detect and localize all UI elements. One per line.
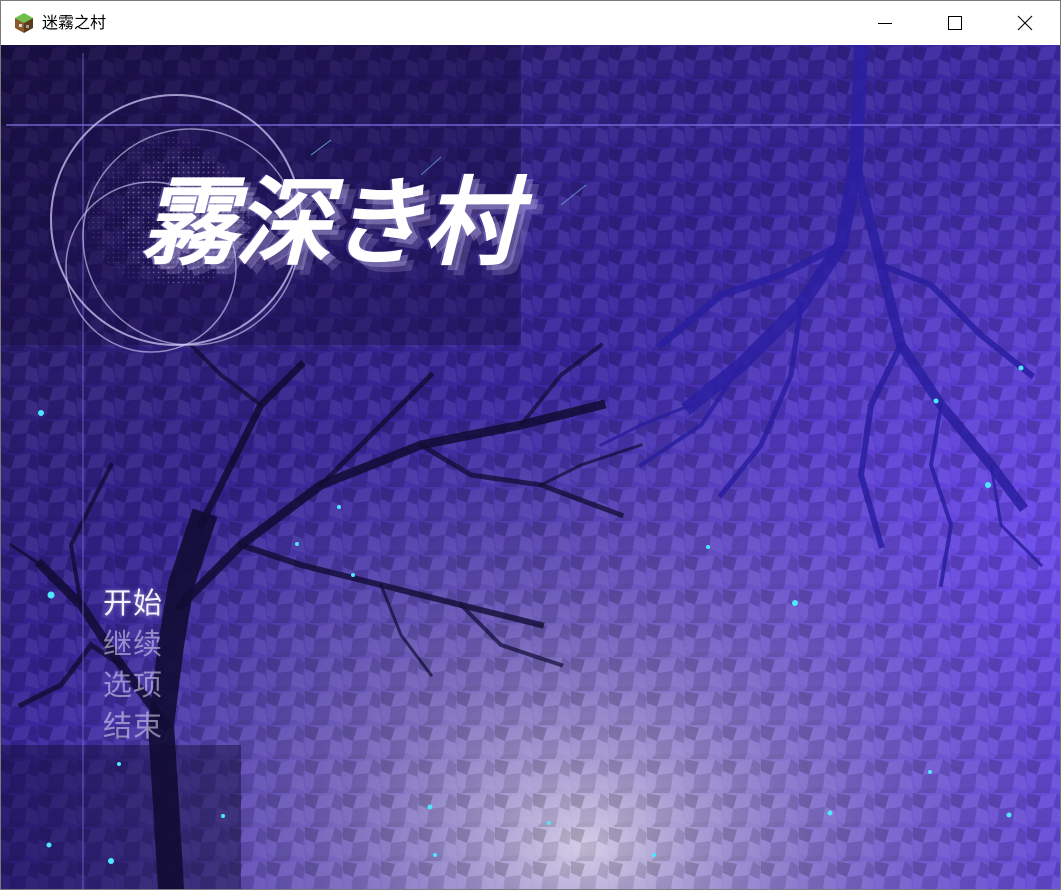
maximize-icon <box>948 16 962 30</box>
minimize-icon <box>878 23 892 24</box>
title-bar[interactable]: 迷霧之村 <box>1 1 1060 45</box>
window-title: 迷霧之村 <box>42 13 107 32</box>
maximize-button[interactable] <box>920 1 990 45</box>
game-app-icon[interactable] <box>13 12 35 34</box>
menu-options[interactable]: 选项 <box>103 665 223 706</box>
menu-exit[interactable]: 结束 <box>103 706 223 747</box>
close-button[interactable] <box>990 1 1060 45</box>
game-screen[interactable]: 霧深き村 开始 继续 选项 结束 <box>1 45 1060 889</box>
close-icon <box>1017 15 1033 31</box>
game-logo-title: 霧深き村 <box>141 166 519 279</box>
game-window: 迷霧之村 霧深き村 开始 继续 选项 结束 <box>0 0 1061 890</box>
minimize-button[interactable] <box>850 1 920 45</box>
title-menu: 开始 继续 选项 结束 <box>103 583 223 747</box>
menu-continue[interactable]: 继续 <box>103 624 223 665</box>
menu-start[interactable]: 开始 <box>103 583 223 624</box>
